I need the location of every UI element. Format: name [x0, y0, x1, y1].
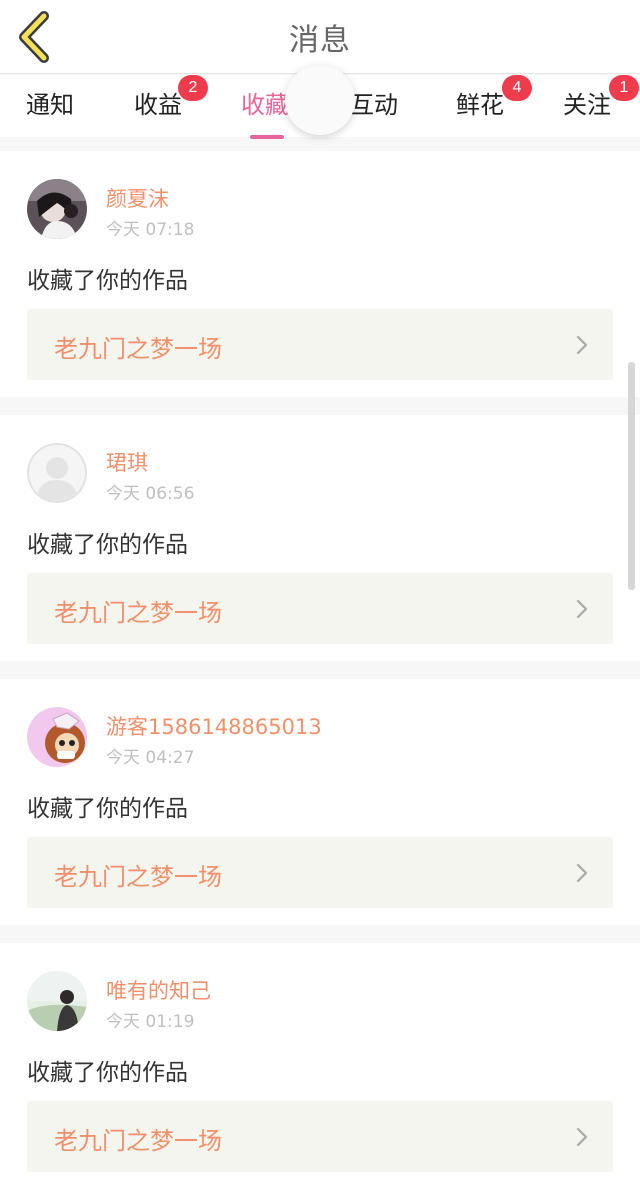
action-text: 收藏了你的作品 — [27, 532, 188, 558]
flowers-count-badge: 4 — [502, 75, 532, 101]
tab-label: 收藏 — [241, 91, 289, 119]
user-avatar-image — [27, 707, 87, 767]
message-card: 珺琪 今天 06:56 收藏了你的作品 老九门之梦一场 — [0, 415, 640, 661]
username[interactable]: 唯有的知己 — [106, 975, 211, 1005]
tab-earnings[interactable]: 收益 2 — [134, 75, 208, 133]
timestamp: 今天 07:18 — [106, 220, 195, 240]
username[interactable]: 游客1586148865013 — [106, 711, 322, 741]
tab-label: 互动 — [350, 91, 398, 119]
active-tab-indicator — [250, 135, 284, 139]
tab-interaction[interactable]: 互动 — [350, 85, 398, 133]
work-title: 老九门之梦一场 — [54, 863, 222, 891]
tab-notice[interactable]: 通知 — [26, 85, 74, 133]
avatar[interactable] — [27, 707, 87, 767]
floating-touch-indicator[interactable] — [285, 65, 355, 135]
work-link[interactable]: 老九门之梦一场 — [27, 837, 613, 908]
avatar[interactable] — [27, 443, 87, 503]
message-card: 颜夏沫 今天 07:18 收藏了你的作品 老九门之梦一场 — [0, 151, 640, 397]
messages-screen: 消息 通知 收益 2 收藏 互动 鲜花 4 关注 1 颜夏沫 今天 07:18 … — [0, 0, 640, 1186]
work-link[interactable]: 老九门之梦一场 — [27, 309, 613, 380]
action-text: 收藏了你的作品 — [27, 268, 188, 294]
action-text: 收藏了你的作品 — [27, 1060, 188, 1086]
tab-label: 收益 — [134, 91, 182, 119]
tab-favorites[interactable]: 收藏 — [241, 85, 289, 139]
user-avatar-image — [27, 971, 87, 1031]
work-link[interactable]: 老九门之梦一场 — [27, 1101, 613, 1172]
earnings-count-badge: 2 — [178, 75, 208, 101]
header: 消息 — [0, 0, 640, 74]
work-title: 老九门之梦一场 — [54, 1127, 222, 1155]
message-card: 唯有的知己 今天 01:19 收藏了你的作品 老九门之梦一场 — [0, 943, 640, 1186]
tab-flowers[interactable]: 鲜花 4 — [456, 75, 532, 133]
scrollbar[interactable] — [628, 362, 635, 590]
avatar[interactable] — [27, 971, 87, 1031]
chevron-right-icon — [576, 599, 588, 619]
default-avatar-icon — [27, 443, 87, 503]
username[interactable]: 珺琪 — [106, 447, 148, 477]
avatar[interactable] — [27, 179, 87, 239]
chevron-right-icon — [576, 863, 588, 883]
tab-label: 关注 — [563, 91, 611, 119]
work-title: 老九门之梦一场 — [54, 599, 222, 627]
work-title: 老九门之梦一场 — [54, 335, 222, 363]
user-avatar-image — [27, 179, 87, 239]
message-card: 游客1586148865013 今天 04:27 收藏了你的作品 老九门之梦一场 — [0, 679, 640, 925]
timestamp: 今天 06:56 — [106, 484, 195, 504]
tab-label: 鲜花 — [456, 91, 504, 119]
username[interactable]: 颜夏沫 — [106, 183, 169, 213]
page-title: 消息 — [289, 23, 351, 58]
action-text: 收藏了你的作品 — [27, 796, 188, 822]
chevron-right-icon — [576, 1127, 588, 1147]
follow-count-badge: 1 — [609, 75, 639, 101]
tab-follow[interactable]: 关注 1 — [563, 75, 639, 133]
chevron-right-icon — [576, 335, 588, 355]
timestamp: 今天 04:27 — [106, 748, 195, 768]
tab-label: 通知 — [26, 91, 74, 119]
work-link[interactable]: 老九门之梦一场 — [27, 573, 613, 644]
timestamp: 今天 01:19 — [106, 1012, 195, 1032]
